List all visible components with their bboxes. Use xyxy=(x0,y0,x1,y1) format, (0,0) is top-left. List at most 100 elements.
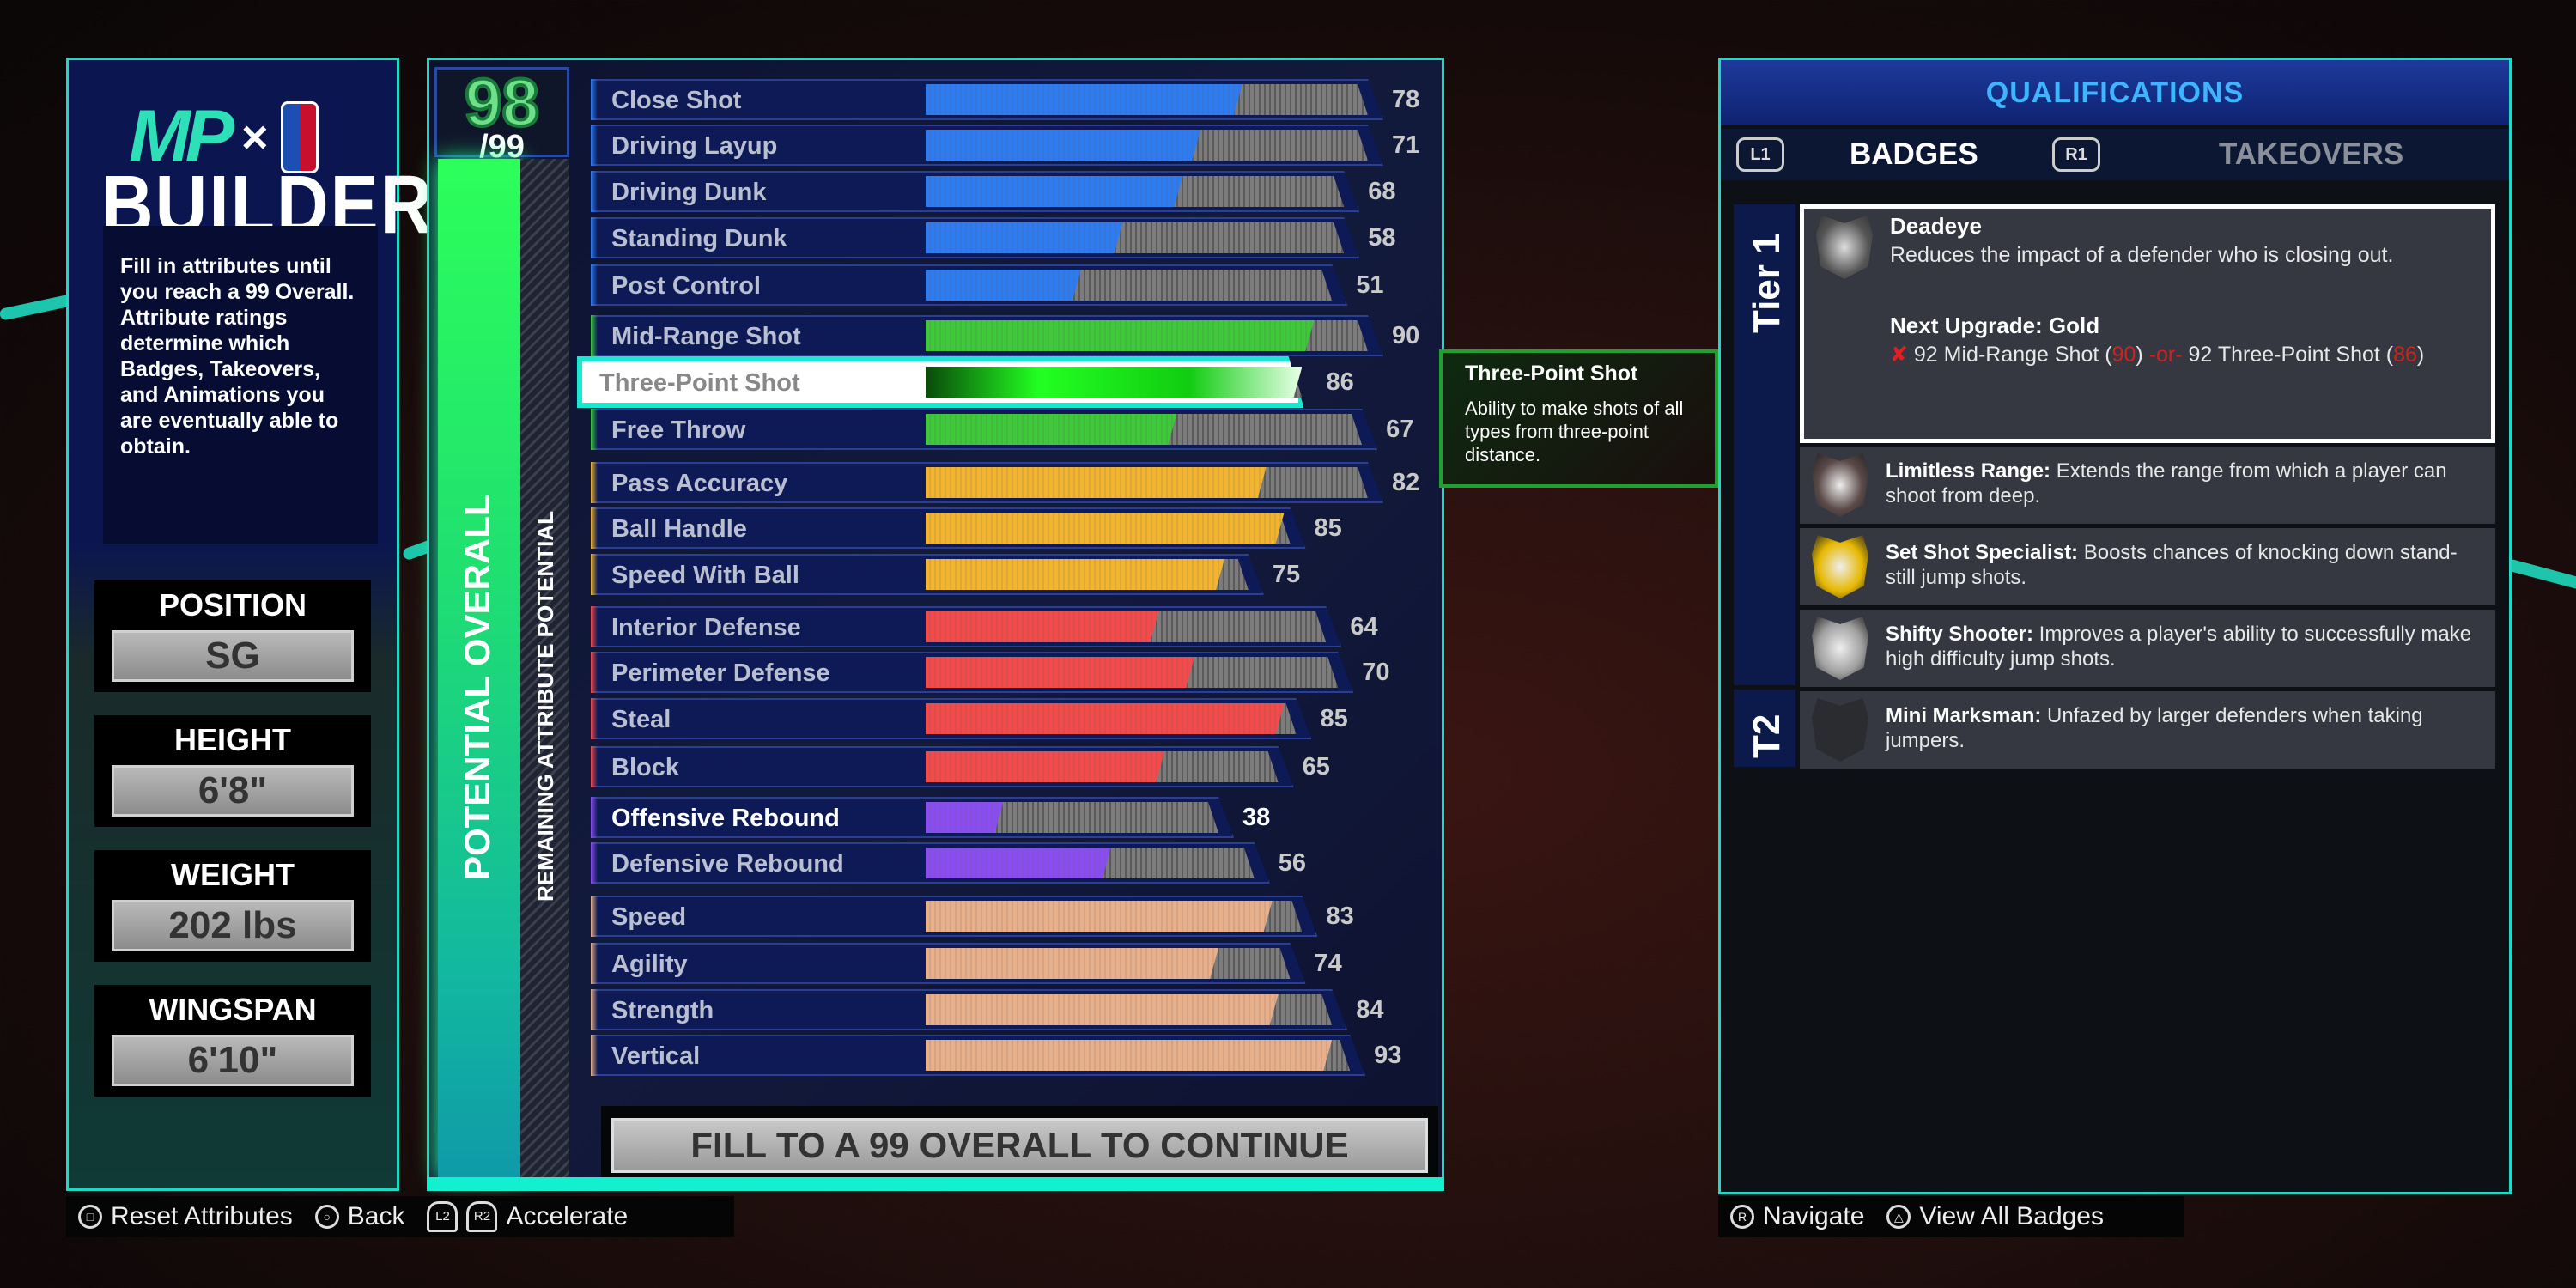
tab-badges[interactable]: BADGES xyxy=(1850,137,1978,172)
attribute-row[interactable]: Post Control 51 xyxy=(591,264,1400,306)
info-value: 6'8" xyxy=(112,765,354,817)
attribute-name: Interior Defense xyxy=(611,614,801,641)
info-value: SG xyxy=(112,630,354,682)
attribute-row[interactable]: Vertical 93 xyxy=(591,1035,1419,1076)
info-wingspan: WINGSPAN 6'10" xyxy=(94,985,371,1097)
tier-2-label: T2 xyxy=(1734,690,1795,767)
remaining-potential-bar: REMAINING ATTRIBUTE POTENTIAL xyxy=(520,159,569,1177)
attribute-row[interactable]: Driving Layup 71 xyxy=(591,125,1437,166)
badge-text: Mini Marksman: Unfazed by larger defende… xyxy=(1886,703,2487,753)
info-value: 6'10" xyxy=(112,1035,354,1086)
req-text: ) xyxy=(2416,343,2425,367)
badge-card[interactable]: Set Shot Specialist: Boosts chances of k… xyxy=(1800,528,2495,605)
attribute-value-fill xyxy=(926,513,1285,544)
badge-name: Set Shot Specialist: xyxy=(1886,541,2079,564)
attribute-row[interactable]: Close Shot 78 xyxy=(591,79,1437,120)
category-accent xyxy=(591,554,598,595)
continue-button[interactable]: FILL TO A 99 OVERALL TO CONTINUE xyxy=(601,1106,1438,1185)
attribute-row[interactable]: Agility 74 xyxy=(591,943,1359,984)
attribute-row[interactable]: Interior Defense 64 xyxy=(591,606,1394,647)
l2-button-icon: L2 xyxy=(427,1201,459,1232)
badge-text: Limitless Range: Extends the range from … xyxy=(1886,459,2487,508)
potential-overall-bar: POTENTIAL OVERALL xyxy=(438,159,520,1177)
attribute-row[interactable]: Ball Handle 85 xyxy=(591,507,1359,549)
r2-button-icon: R2 xyxy=(466,1201,498,1232)
info-label: POSITION xyxy=(158,587,307,623)
attribute-row[interactable]: Mid-Range Shot 90 xyxy=(591,315,1437,356)
attribute-value-fill xyxy=(926,848,1111,878)
attribute-name: Mid-Range Shot xyxy=(611,323,801,350)
info-label: WEIGHT xyxy=(171,857,295,892)
attribute-value-fill xyxy=(926,176,1182,207)
category-accent xyxy=(591,797,598,838)
attribute-row[interactable]: Block 65 xyxy=(591,746,1347,787)
category-accent xyxy=(591,171,598,212)
attributes-panel: 98 /99 POTENTIAL OVERALL REMAINING ATTRI… xyxy=(427,58,1444,1191)
attribute-value-fill xyxy=(926,1040,1332,1071)
upgrade-requirements: ✘ 92 Mid-Range Shot (90) -or- 92 Three-P… xyxy=(1890,343,2482,368)
attribute-value-fill xyxy=(926,270,1081,301)
req-or: -or- xyxy=(2148,343,2183,367)
attribute-value: 56 xyxy=(1278,849,1307,877)
attribute-value-fill xyxy=(926,130,1200,161)
panel-accent-strip xyxy=(427,1177,1444,1191)
category-accent xyxy=(591,1035,598,1076)
circle-button-icon: ○ xyxy=(314,1205,339,1229)
attribute-value-fill xyxy=(926,901,1273,932)
badge-card[interactable]: Limitless Range: Extends the range from … xyxy=(1800,447,2495,524)
attribute-value-fill xyxy=(926,657,1194,688)
hint-back[interactable]: Back xyxy=(348,1202,405,1231)
builder-panel: MP × BUILDER Fill in attributes until yo… xyxy=(66,58,432,1191)
category-accent xyxy=(591,409,598,450)
req-text: 92 Mid-Range Shot ( xyxy=(1913,343,2112,367)
attribute-value: 67 xyxy=(1386,416,1414,443)
l1-button-icon[interactable]: L1 xyxy=(1736,137,1784,172)
attribute-row[interactable]: Steal 85 xyxy=(591,698,1365,739)
hint-view-all-badges[interactable]: View All Badges xyxy=(1919,1202,2104,1231)
hint-accelerate[interactable]: Accelerate xyxy=(506,1202,628,1231)
badge-card-deadeye[interactable]: Deadeye Reduces the impact of a defender… xyxy=(1800,204,2495,443)
r1-button-icon[interactable]: R1 xyxy=(2052,137,2100,172)
badge-card[interactable]: Mini Marksman: Unfazed by larger defende… xyxy=(1800,691,2495,769)
next-upgrade: Next Upgrade: Gold xyxy=(1890,313,2100,338)
attribute-row[interactable]: Strength 84 xyxy=(591,989,1400,1030)
hint-navigate[interactable]: Navigate xyxy=(1763,1202,1864,1231)
attribute-row[interactable]: Offensive Rebound 38 xyxy=(591,797,1287,838)
tab-takeovers[interactable]: TAKEOVERS xyxy=(2219,137,2403,172)
badge-card[interactable]: Shifty Shooter: Improves a player's abil… xyxy=(1800,610,2495,687)
attribute-value: 83 xyxy=(1326,902,1354,930)
attribute-name: Perimeter Defense xyxy=(611,659,830,687)
controls-hint-right: R Navigate △ View All Badges xyxy=(1718,1196,2184,1237)
badge-icon xyxy=(1812,698,1868,762)
attribute-value: 58 xyxy=(1368,224,1396,252)
attribute-row[interactable]: Speed 83 xyxy=(591,896,1370,937)
attribute-row[interactable]: Standing Dunk 58 xyxy=(591,217,1413,258)
overall-max: /99 xyxy=(479,129,525,165)
attribute-row[interactable]: Perimeter Defense 70 xyxy=(591,652,1406,693)
attribute-value-fill xyxy=(926,703,1285,734)
attribute-row[interactable]: Defensive Rebound 56 xyxy=(591,842,1323,884)
qualifications-header: QUALIFICATIONS xyxy=(1721,60,2509,125)
attribute-name: Free Throw xyxy=(611,416,746,444)
attribute-row[interactable]: Pass Accuracy 82 xyxy=(591,462,1437,503)
attribute-name: Vertical xyxy=(611,1042,701,1070)
category-accent xyxy=(591,217,598,258)
attribute-value-fill xyxy=(926,994,1279,1025)
attribute-name: Speed With Ball xyxy=(611,562,799,589)
attribute-row[interactable]: Driving Dunk 68 xyxy=(591,171,1413,212)
category-accent xyxy=(591,264,598,306)
category-accent xyxy=(591,606,598,647)
badge-text: Set Shot Specialist: Boosts chances of k… xyxy=(1886,540,2487,590)
attribute-row[interactable]: Speed With Ball 75 xyxy=(591,554,1317,595)
attribute-name: Defensive Rebound xyxy=(611,850,844,878)
attribute-value: 82 xyxy=(1392,469,1420,496)
attribute-row[interactable]: Free Throw 67 xyxy=(591,409,1431,450)
attribute-name: Driving Layup xyxy=(611,132,778,160)
badge-text: Shifty Shooter: Improves a player's abil… xyxy=(1886,622,2487,671)
badge-name: Limitless Range: xyxy=(1886,459,2051,483)
attribute-row[interactable]: Three-Point Shot 86 xyxy=(591,361,1370,403)
attribute-value: 70 xyxy=(1362,659,1390,686)
attribute-value: 93 xyxy=(1374,1042,1402,1069)
hint-reset-attributes[interactable]: Reset Attributes xyxy=(111,1202,293,1231)
attribute-value: 68 xyxy=(1368,178,1396,205)
